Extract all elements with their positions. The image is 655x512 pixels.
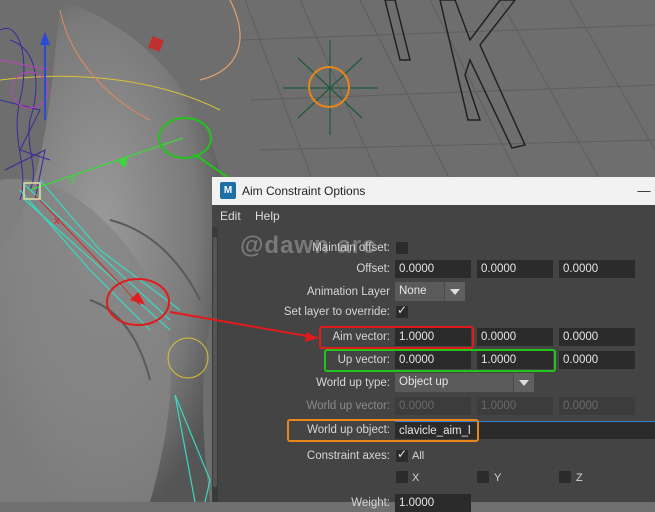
red-annotation-arrow	[169, 311, 319, 339]
red-annotation-overlay	[169, 311, 319, 342]
